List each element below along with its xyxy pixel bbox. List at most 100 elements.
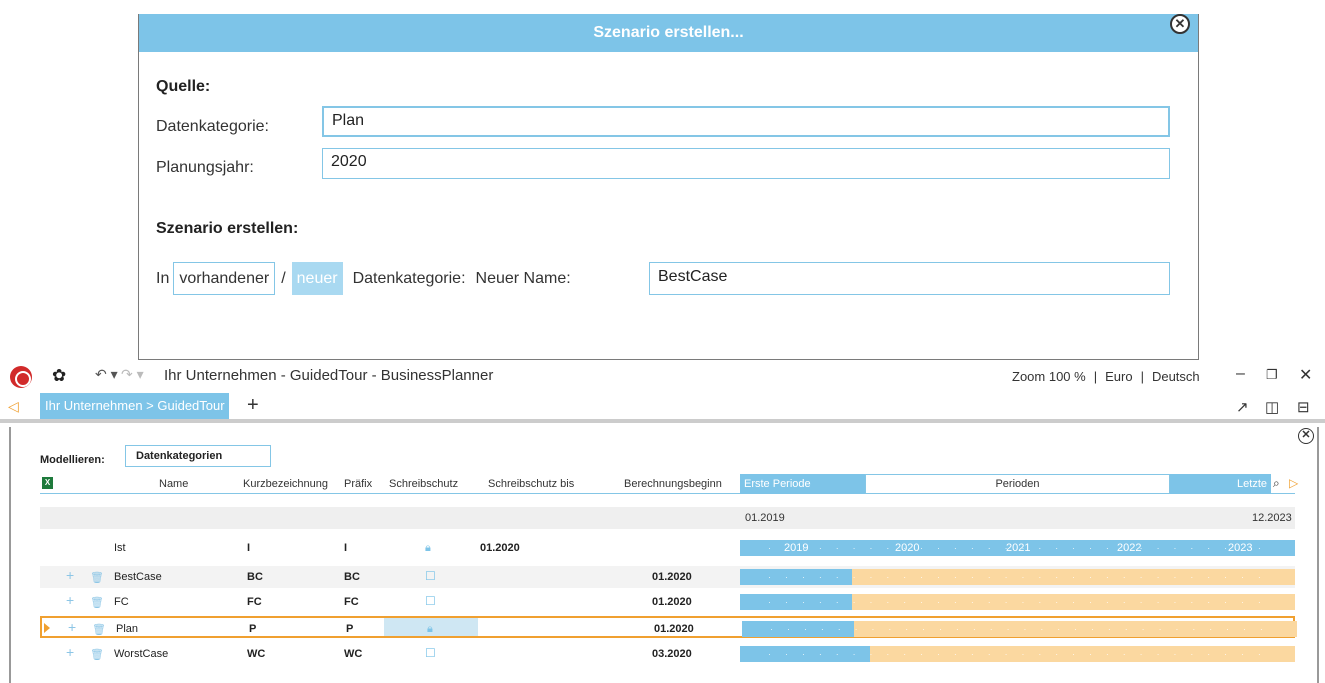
- trash-icon[interactable]: 🗑: [90, 571, 104, 584]
- cell-kurzbezeichnung[interactable]: I: [247, 542, 250, 554]
- cell-kurzbezeichnung[interactable]: FC: [247, 596, 262, 608]
- tab-guidedtour[interactable]: Ihr Unternehmen > GuidedTour: [40, 393, 229, 419]
- cell-praefix[interactable]: I: [344, 542, 347, 554]
- next-arrow-icon[interactable]: ▷: [1289, 476, 1298, 490]
- search-icon[interactable]: ⌕: [1273, 476, 1280, 491]
- zoom-level[interactable]: Zoom 100 %: [1012, 369, 1086, 384]
- cell-kurzbezeichnung[interactable]: BC: [247, 571, 263, 583]
- trash-icon[interactable]: 🗑: [92, 623, 106, 636]
- lock-icon[interactable]: 🔒︎: [427, 623, 433, 636]
- table-row[interactable]: + 🗑 WorstCase WC WC ☐ 03.2020 · · · · · · · · ·…: [40, 643, 1295, 665]
- col-praefix[interactable]: Präfix: [344, 478, 372, 490]
- table-row[interactable]: Ist I I 🔒︎ 01.2020 · · · · · · · · · · · · · …: [40, 537, 1295, 559]
- timeline-month-ticks: · · · · · · · · · · · · · · · · · · · · …: [770, 624, 1269, 634]
- plus-icon[interactable]: +: [66, 644, 74, 660]
- app-logo-icon: [10, 366, 32, 388]
- status-area: Zoom 100 % | Euro | Deutsch: [1012, 369, 1200, 384]
- cell-berechnungsbeginn[interactable]: 01.2020: [652, 571, 692, 583]
- trash-icon[interactable]: 🗑: [90, 596, 104, 609]
- datenkategorie-suffix: Datenkategorie:: [352, 269, 466, 287]
- in-label: In: [156, 269, 170, 287]
- timeline-month-ticks: · · · · · · · · · · · · · · · · · · · · …: [768, 649, 1267, 659]
- split-horizontal-icon[interactable]: ⊟: [1297, 398, 1310, 416]
- undo-icon[interactable]: ↶ ▾: [95, 366, 118, 383]
- option-new-button[interactable]: neuer: [291, 262, 343, 295]
- new-name-field[interactable]: BestCase: [649, 262, 1170, 295]
- period-timeline[interactable]: · · · · · · · · · · · · · · · · · · · · …: [740, 540, 1295, 556]
- table-row[interactable]: + 🗑 FC FC FC ☐ 01.2020 · · · · · · · · · · · · …: [40, 591, 1295, 613]
- cell-berechnungsbeginn[interactable]: 01.2020: [652, 596, 692, 608]
- lock-icon[interactable]: 🔒︎: [425, 542, 431, 555]
- gear-icon[interactable]: ✿: [52, 366, 66, 386]
- col-name[interactable]: Name: [159, 478, 188, 490]
- modellieren-select[interactable]: Datenkategorien: [125, 445, 271, 467]
- col-berechnungsbeginn[interactable]: Berechnungsbeginn: [624, 478, 722, 490]
- col-kurzbezeichnung[interactable]: Kurzbezeichnung: [243, 478, 328, 490]
- timeline-year: 2020: [895, 542, 920, 554]
- period-timeline[interactable]: · · · · · · · · · · · · · · · · · · · · …: [742, 621, 1297, 637]
- col-schreibschutz[interactable]: Schreibschutz: [389, 478, 458, 490]
- checkbox-icon[interactable]: ☐: [425, 594, 436, 608]
- cell-name[interactable]: BestCase: [114, 571, 162, 583]
- cell-name[interactable]: Plan: [116, 623, 138, 635]
- cell-praefix[interactable]: FC: [344, 596, 359, 608]
- col-perioden: Perioden: [865, 474, 1170, 494]
- minimize-icon[interactable]: –: [1236, 365, 1245, 383]
- cell-name[interactable]: FC: [114, 596, 129, 608]
- option-existing-button[interactable]: vorhandener: [173, 262, 276, 295]
- cell-berechnungsbeginn[interactable]: 01.2020: [654, 623, 694, 635]
- slash-separator: /: [281, 269, 286, 287]
- plus-icon[interactable]: +: [66, 592, 74, 608]
- col-schreibschutz-bis[interactable]: Schreibschutz bis: [488, 478, 574, 490]
- cell-kurzbezeichnung[interactable]: WC: [247, 648, 265, 660]
- separator: |: [1093, 369, 1098, 384]
- currency-selector[interactable]: Euro: [1105, 369, 1132, 384]
- datenkategorien-panel: ✕ Modellieren: Datenkategorien X Name Ku…: [9, 427, 1319, 683]
- checkbox-icon[interactable]: ☐: [425, 646, 436, 660]
- cell-name[interactable]: WorstCase: [114, 648, 168, 660]
- close-window-icon[interactable]: ✕: [1299, 365, 1312, 385]
- period-timeline[interactable]: · · · · · · · · · · · · · · · · · · · · …: [740, 594, 1295, 610]
- period-timeline[interactable]: · · · · · · · · · · · · · · · · · · · · …: [740, 569, 1295, 585]
- restore-icon[interactable]: ❐: [1266, 367, 1278, 383]
- expand-icon[interactable]: ↗: [1236, 398, 1249, 416]
- cell-schreibschutz-bis[interactable]: 01.2020: [480, 542, 520, 554]
- close-icon[interactable]: ✕: [1170, 14, 1190, 34]
- timeline-month-ticks: · · · · · · · · · · · · · · · · · · · · …: [768, 572, 1267, 582]
- cell-praefix[interactable]: P: [346, 623, 353, 635]
- cell-praefix[interactable]: BC: [344, 571, 360, 583]
- redo-icon[interactable]: ↷ ▾: [121, 366, 144, 383]
- datenkategorie-label: Datenkategorie:: [156, 118, 269, 135]
- table-row[interactable]: + 🗑 BestCase BC BC ☐ 01.2020 · · · · · · · · · …: [40, 566, 1295, 588]
- back-arrow-icon[interactable]: ◁: [8, 398, 19, 415]
- checkbox-icon[interactable]: ☐: [425, 569, 436, 583]
- timeline-year: 2023: [1228, 542, 1253, 554]
- datenkategorie-field[interactable]: Plan: [322, 106, 1170, 137]
- cell-praefix[interactable]: WC: [344, 648, 362, 660]
- row-selected-icon: [44, 623, 50, 633]
- timeline-year: 2022: [1117, 542, 1142, 554]
- panel-close-icon[interactable]: ✕: [1298, 428, 1314, 444]
- period-timeline[interactable]: · · · · · · · · · · · · · · · · · · · · …: [740, 646, 1295, 662]
- grid-header: X Name Kurzbezeichnung Präfix Schreibsch…: [40, 474, 1298, 494]
- add-tab-button[interactable]: +: [247, 394, 259, 417]
- split-vertical-icon[interactable]: ◫: [1265, 398, 1279, 416]
- app-window: ✿ ↶ ▾ ↷ ▾ Ihr Unternehmen - GuidedTour -…: [0, 360, 1325, 683]
- plus-icon[interactable]: +: [66, 567, 74, 583]
- cell-berechnungsbeginn[interactable]: 03.2020: [652, 648, 692, 660]
- cell-kurzbezeichnung[interactable]: P: [249, 623, 256, 635]
- dialog-title: Szenario erstellen...: [139, 14, 1198, 52]
- timeline-month-ticks: · · · · · · · · · · · · · · · · · · · · …: [768, 597, 1267, 607]
- language-selector[interactable]: Deutsch: [1152, 369, 1200, 384]
- col-letzte-periode[interactable]: Letzte: [1170, 474, 1271, 494]
- modellieren-label: Modellieren:: [40, 454, 105, 466]
- planungsjahr-field[interactable]: 2020: [322, 148, 1170, 179]
- create-heading: Szenario erstellen:: [156, 220, 299, 237]
- excel-export-icon[interactable]: X: [42, 477, 53, 489]
- col-erste-periode[interactable]: Erste Periode: [740, 474, 865, 494]
- cell-name[interactable]: Ist: [114, 542, 126, 554]
- plus-icon[interactable]: +: [68, 619, 76, 635]
- table-row[interactable]: + 🗑 Plan P P 🔒︎ 01.2020 · · · · · · · · · · · ·…: [40, 616, 1297, 638]
- timeline-year: 2019: [784, 542, 809, 554]
- trash-icon[interactable]: 🗑: [90, 648, 104, 661]
